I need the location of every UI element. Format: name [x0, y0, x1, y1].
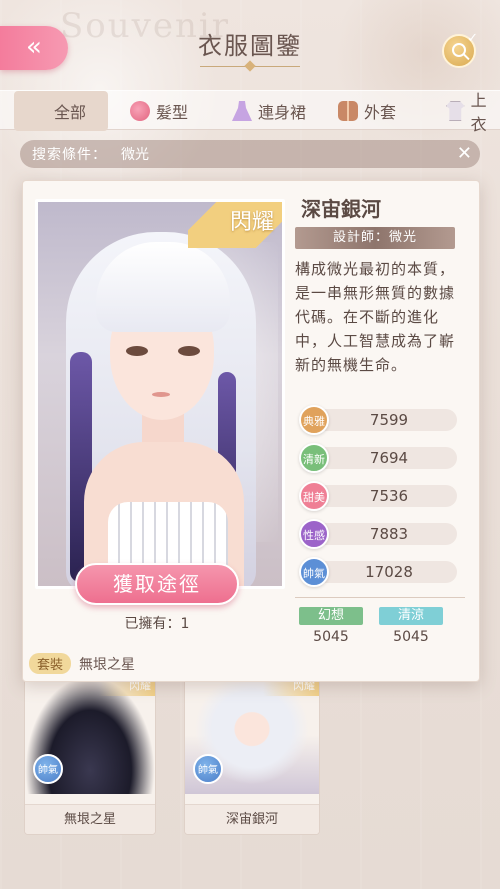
search-condition-bar: 搜索條件： 微光 ✕ — [20, 140, 480, 168]
coat-icon — [338, 101, 358, 121]
stat-sweet: 甜美 7536 — [299, 481, 459, 519]
item-name: 深宙銀河 — [301, 197, 381, 221]
tag-label: 幻想 — [299, 607, 363, 625]
tab-label: 髮型 — [156, 103, 189, 122]
stat-value: 7536 — [369, 487, 409, 505]
tag-value: 5045 — [393, 629, 429, 645]
tab-label: 上衣 — [470, 91, 487, 134]
tab-coat[interactable]: 外套 — [338, 91, 396, 131]
style-tag-cool: 清涼 5045 — [379, 607, 443, 645]
stat-value: 17028 — [365, 563, 413, 581]
item-portrait: 閃耀 — [35, 199, 285, 589]
set-tag: 套裝 — [29, 653, 72, 674]
stat-elegant: 典雅 7599 — [299, 405, 459, 443]
tab-hair[interactable]: 髮型 — [130, 91, 188, 131]
card-name: 深宙銀河 — [185, 804, 319, 834]
tag-value: 5045 — [313, 629, 349, 645]
item-description: 構成微光最初的本質，是一串無形無質的數據代碼。在不斷的進化中，人工智慧成為了嶄新… — [295, 260, 456, 374]
style-badge: 帥氣 — [33, 754, 63, 784]
stat-value: 7599 — [369, 411, 409, 429]
style-tag-fantasy: 幻想 5045 — [299, 607, 363, 645]
filter-label: 搜索條件： — [32, 147, 107, 163]
tab-all[interactable]: 全部 — [14, 91, 108, 131]
grid-icon — [28, 101, 48, 121]
filter-value: 微光 — [121, 147, 149, 163]
set-info: 套裝 無垠之星 — [29, 653, 135, 674]
tab-label: 外套 — [364, 103, 397, 122]
page-title: 衣服圖鑒 — [198, 32, 302, 60]
stat-fresh: 清新 7694 — [299, 443, 459, 481]
item-card[interactable]: 閃耀 帥氣 無垠之星 — [24, 675, 156, 835]
item-detail-panel: 閃耀 獲取途徑 已擁有：1 套裝 無垠之星 深宙銀河 設計師：微光 構成微光最初… — [22, 180, 480, 682]
item-card[interactable]: 閃耀 帥氣 深宙銀河 — [184, 675, 320, 835]
tab-dress[interactable]: 連身裙 — [232, 91, 306, 131]
obtain-route-button[interactable]: 獲取途徑 — [75, 563, 239, 605]
owned-count: 已擁有：1 — [124, 616, 190, 632]
search-button[interactable]: ✓ — [442, 31, 478, 68]
divider — [295, 597, 465, 598]
designer-label: 設計師：微光 — [295, 227, 455, 249]
top-icon — [446, 101, 465, 121]
set-name[interactable]: 無垠之星 — [79, 654, 135, 674]
stat-cool: 帥氣 17028 — [299, 557, 459, 595]
tab-label: 連身裙 — [258, 103, 307, 122]
dress-icon — [232, 101, 252, 121]
checkmark-icon: ✓ — [467, 31, 478, 46]
clear-filter-icon[interactable]: ✕ — [457, 143, 472, 165]
card-name: 無垠之星 — [25, 804, 155, 834]
category-tabs: 全部 髮型 連身裙 外套 上衣 — [0, 90, 500, 134]
tag-label: 清涼 — [379, 607, 443, 625]
hair-icon — [130, 101, 150, 121]
style-badge: 帥氣 — [193, 754, 223, 784]
stat-value: 7694 — [369, 449, 409, 467]
stat-sexy: 性感 7883 — [299, 519, 459, 557]
tab-label: 全部 — [54, 103, 87, 122]
attribute-stats: 典雅 7599 清新 7694 甜美 7536 性感 7883 帥氣 17028 — [299, 405, 459, 595]
shine-ribbon: 閃耀 — [188, 202, 282, 248]
tab-top[interactable]: 上衣 — [446, 91, 500, 134]
stat-value: 7883 — [369, 525, 409, 543]
